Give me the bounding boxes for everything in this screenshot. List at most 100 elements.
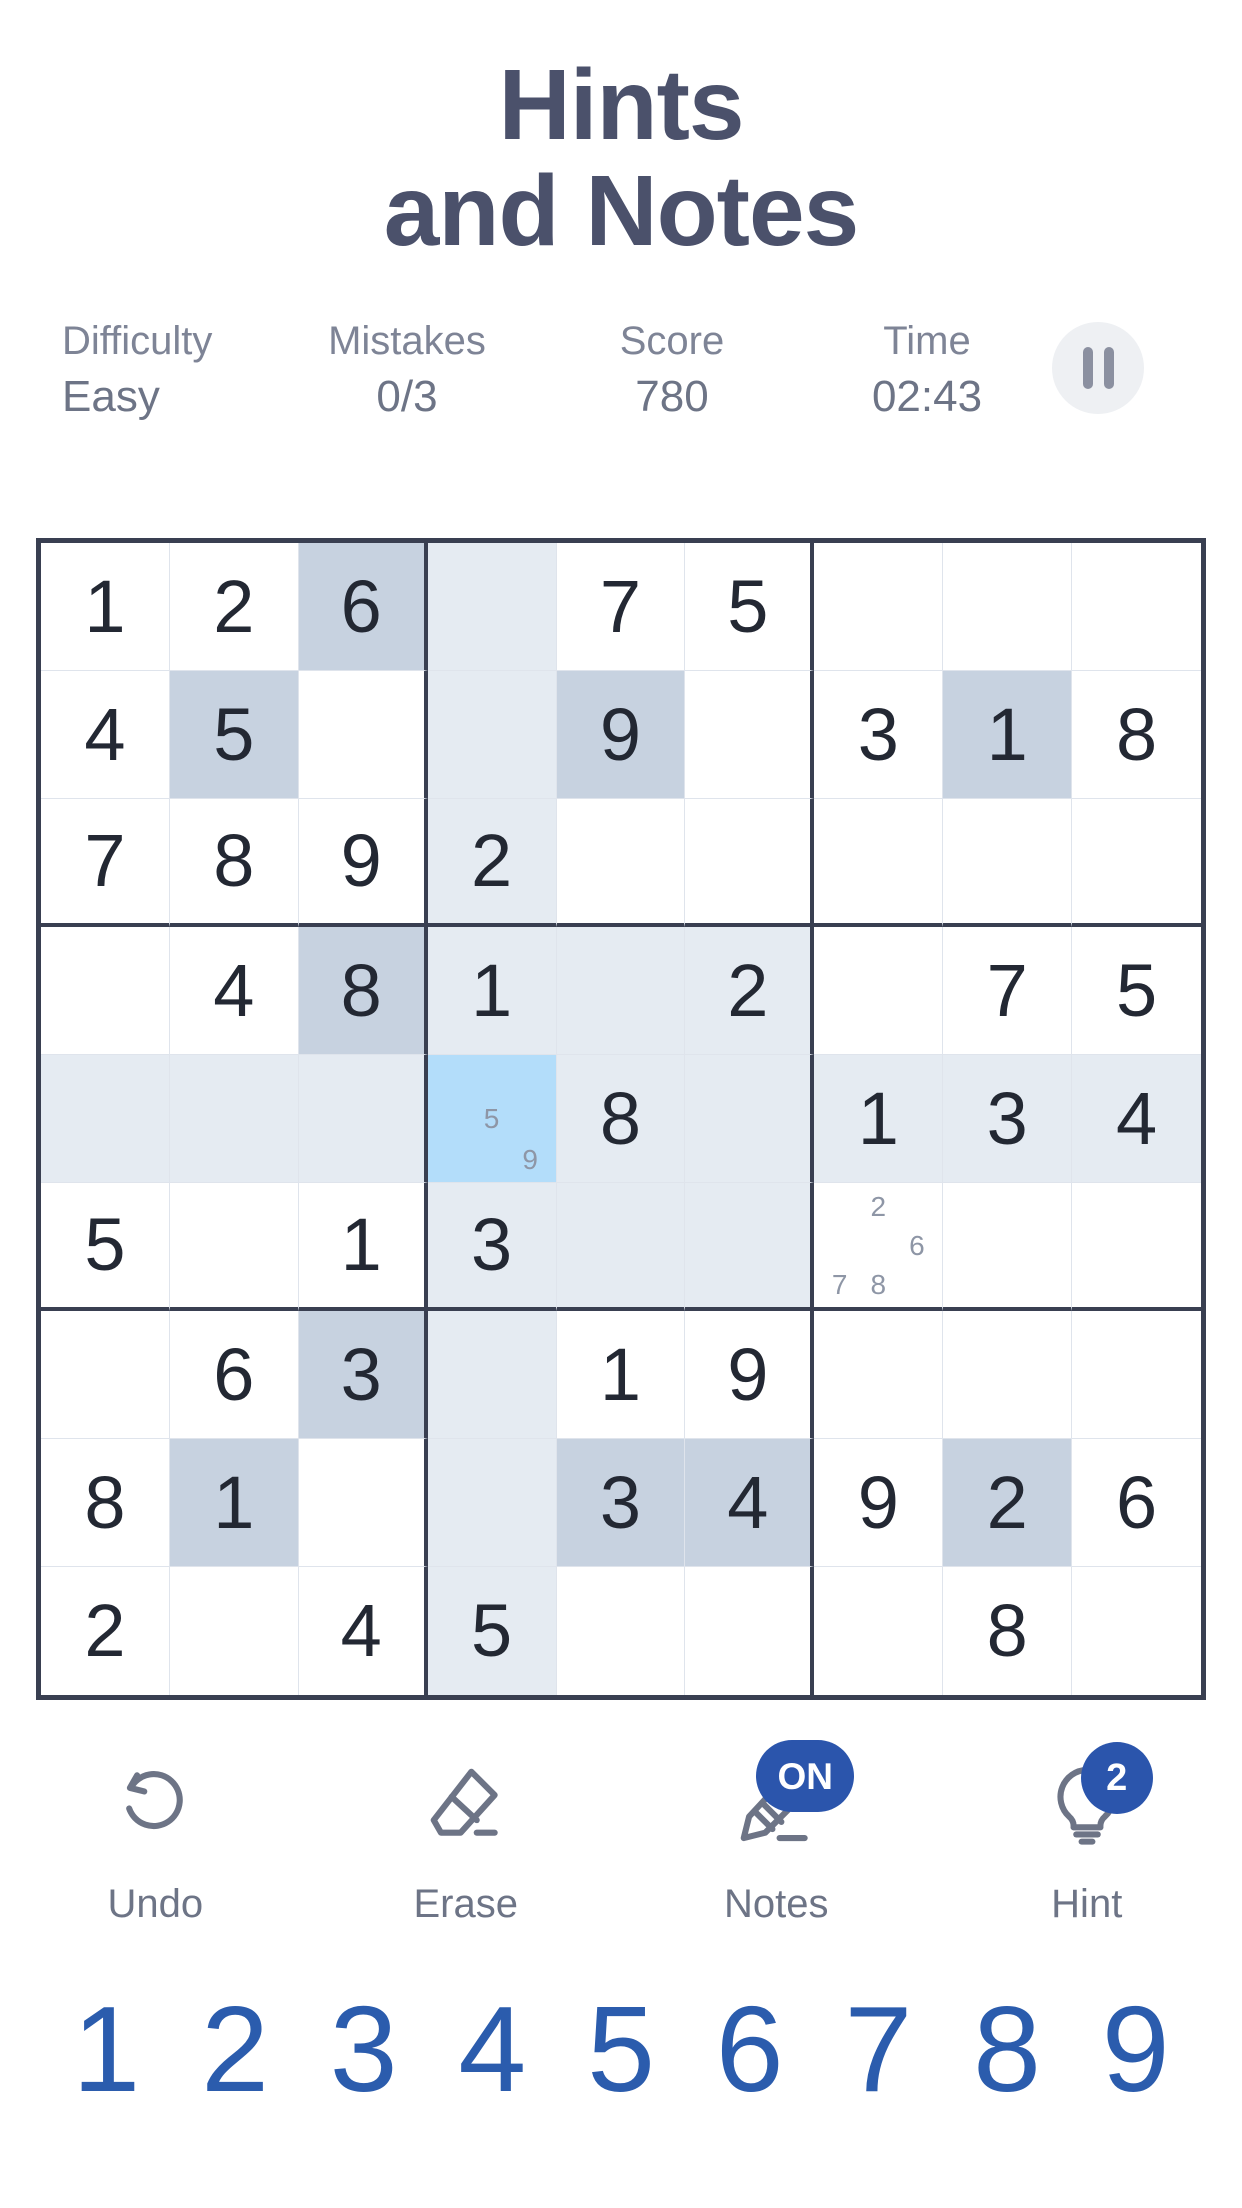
pause-button[interactable]: [1052, 322, 1144, 414]
sudoku-cell-r4c1[interactable]: [41, 927, 170, 1055]
sudoku-cell-r7c5[interactable]: 1: [556, 1311, 686, 1439]
sudoku-cell-r9c7[interactable]: [814, 1567, 944, 1695]
hint-button[interactable]: 2 Hint: [932, 1742, 1242, 1927]
sudoku-cell-r5c8[interactable]: 3: [943, 1055, 1073, 1183]
sudoku-cell-r8c8[interactable]: 2: [943, 1439, 1073, 1567]
sudoku-cell-r9c1[interactable]: 2: [41, 1567, 170, 1695]
sudoku-cell-r3c8[interactable]: [943, 799, 1073, 927]
sudoku-cell-r8c4[interactable]: [427, 1439, 557, 1567]
sudoku-cell-r9c3[interactable]: 4: [298, 1567, 428, 1695]
sudoku-cell-r6c9[interactable]: [1072, 1183, 1201, 1311]
numpad-key-5[interactable]: 5: [557, 1982, 686, 2116]
sudoku-cell-r3c9[interactable]: [1072, 799, 1201, 927]
sudoku-cell-r7c1[interactable]: [41, 1311, 170, 1439]
cell-value: 5: [727, 564, 769, 648]
number-pad: 123456789: [0, 1982, 1242, 2116]
numpad-key-7[interactable]: 7: [814, 1982, 943, 2116]
sudoku-cell-r2c6[interactable]: [685, 671, 815, 799]
sudoku-cell-r6c2[interactable]: [169, 1183, 299, 1311]
sudoku-cell-r9c6[interactable]: [685, 1567, 815, 1695]
sudoku-cell-r7c8[interactable]: [943, 1311, 1073, 1439]
sudoku-cell-r4c5[interactable]: [556, 927, 686, 1055]
sudoku-cell-r1c5[interactable]: 7: [556, 543, 686, 671]
sudoku-cell-r4c7[interactable]: [814, 927, 944, 1055]
sudoku-cell-r3c6[interactable]: [685, 799, 815, 927]
sudoku-cell-r1c3[interactable]: 6: [298, 543, 428, 671]
sudoku-cell-r2c5[interactable]: 9: [556, 671, 686, 799]
sudoku-cell-r4c8[interactable]: 7: [943, 927, 1073, 1055]
sudoku-cell-r6c4[interactable]: 3: [427, 1183, 557, 1311]
numpad-key-4[interactable]: 4: [428, 1982, 557, 2116]
sudoku-cell-r6c1[interactable]: 5: [41, 1183, 170, 1311]
sudoku-cell-r7c6[interactable]: 9: [685, 1311, 815, 1439]
numpad-key-3[interactable]: 3: [299, 1982, 428, 2116]
sudoku-cell-r7c3[interactable]: 3: [298, 1311, 428, 1439]
sudoku-cell-r2c2[interactable]: 5: [169, 671, 299, 799]
sudoku-cell-r8c3[interactable]: [298, 1439, 428, 1567]
sudoku-cell-r9c2[interactable]: [169, 1567, 299, 1695]
sudoku-cell-r5c5[interactable]: 8: [556, 1055, 686, 1183]
numpad-key-9[interactable]: 9: [1071, 1982, 1200, 2116]
sudoku-cell-r3c7[interactable]: [814, 799, 944, 927]
sudoku-cell-r9c5[interactable]: [556, 1567, 686, 1695]
sudoku-cell-r1c9[interactable]: [1072, 543, 1201, 671]
sudoku-cell-r8c9[interactable]: 6: [1072, 1439, 1201, 1567]
erase-button[interactable]: Erase: [311, 1748, 622, 1927]
sudoku-cell-r2c3[interactable]: [298, 671, 428, 799]
sudoku-cell-r6c6[interactable]: [685, 1183, 815, 1311]
sudoku-cell-r1c1[interactable]: 1: [41, 543, 170, 671]
sudoku-cell-r9c4[interactable]: 5: [427, 1567, 557, 1695]
sudoku-cell-r8c1[interactable]: 8: [41, 1439, 170, 1567]
sudoku-cell-r3c1[interactable]: 7: [41, 799, 170, 927]
sudoku-cell-r7c9[interactable]: [1072, 1311, 1201, 1439]
cell-value: 7: [599, 564, 642, 648]
sudoku-cell-r7c4[interactable]: [427, 1311, 557, 1439]
sudoku-cell-r2c8[interactable]: 1: [943, 671, 1073, 799]
sudoku-cell-r7c2[interactable]: 6: [169, 1311, 299, 1439]
pause-icon: [1082, 347, 1093, 389]
undo-button[interactable]: Undo: [0, 1748, 311, 1927]
sudoku-cell-r2c1[interactable]: 4: [41, 671, 170, 799]
sudoku-cell-r2c9[interactable]: 8: [1072, 671, 1201, 799]
sudoku-cell-r9c8[interactable]: 8: [943, 1567, 1073, 1695]
sudoku-cell-r8c7[interactable]: 9: [814, 1439, 944, 1567]
sudoku-cell-r1c2[interactable]: 2: [169, 543, 299, 671]
sudoku-cell-r1c6[interactable]: 5: [685, 543, 815, 671]
sudoku-cell-r6c3[interactable]: 1: [298, 1183, 428, 1311]
sudoku-cell-r4c3[interactable]: 8: [298, 927, 428, 1055]
sudoku-cell-r8c5[interactable]: 3: [556, 1439, 686, 1567]
sudoku-cell-r6c8[interactable]: [943, 1183, 1073, 1311]
sudoku-cell-r2c4[interactable]: [427, 671, 557, 799]
sudoku-cell-r3c4[interactable]: 2: [427, 799, 557, 927]
sudoku-cell-r3c2[interactable]: 8: [169, 799, 299, 927]
sudoku-cell-r3c5[interactable]: [556, 799, 686, 927]
sudoku-cell-r4c9[interactable]: 5: [1072, 927, 1201, 1055]
sudoku-cell-r5c2[interactable]: [169, 1055, 299, 1183]
sudoku-cell-r1c8[interactable]: [943, 543, 1073, 671]
sudoku-cell-r8c2[interactable]: 1: [169, 1439, 299, 1567]
sudoku-cell-r9c9[interactable]: [1072, 1567, 1201, 1695]
sudoku-cell-r5c3[interactable]: [298, 1055, 428, 1183]
sudoku-cell-r8c6[interactable]: 4: [685, 1439, 815, 1567]
sudoku-cell-r6c5[interactable]: [556, 1183, 686, 1311]
note-slot-7: [434, 1140, 473, 1180]
sudoku-cell-r5c1[interactable]: [41, 1055, 170, 1183]
sudoku-cell-r1c4[interactable]: [427, 543, 557, 671]
sudoku-cell-r1c7[interactable]: [814, 543, 944, 671]
numpad-key-2[interactable]: 2: [171, 1982, 300, 2116]
numpad-key-6[interactable]: 6: [685, 1982, 814, 2116]
sudoku-cell-r3c3[interactable]: 9: [298, 799, 428, 927]
sudoku-cell-r5c7[interactable]: 1: [814, 1055, 944, 1183]
sudoku-cell-r5c4[interactable]: 59: [427, 1055, 557, 1183]
numpad-key-1[interactable]: 1: [42, 1982, 171, 2116]
sudoku-cell-r4c6[interactable]: 2: [685, 927, 815, 1055]
sudoku-cell-r5c6[interactable]: [685, 1055, 815, 1183]
sudoku-cell-r6c7[interactable]: 26 78: [814, 1183, 944, 1311]
notes-button[interactable]: ON Notes: [621, 1740, 932, 1927]
numpad-key-8[interactable]: 8: [943, 1982, 1072, 2116]
sudoku-cell-r2c7[interactable]: 3: [814, 671, 944, 799]
sudoku-cell-r4c4[interactable]: 1: [427, 927, 557, 1055]
sudoku-cell-r5c9[interactable]: 4: [1072, 1055, 1201, 1183]
sudoku-cell-r4c2[interactable]: 4: [169, 927, 299, 1055]
sudoku-cell-r7c7[interactable]: [814, 1311, 944, 1439]
